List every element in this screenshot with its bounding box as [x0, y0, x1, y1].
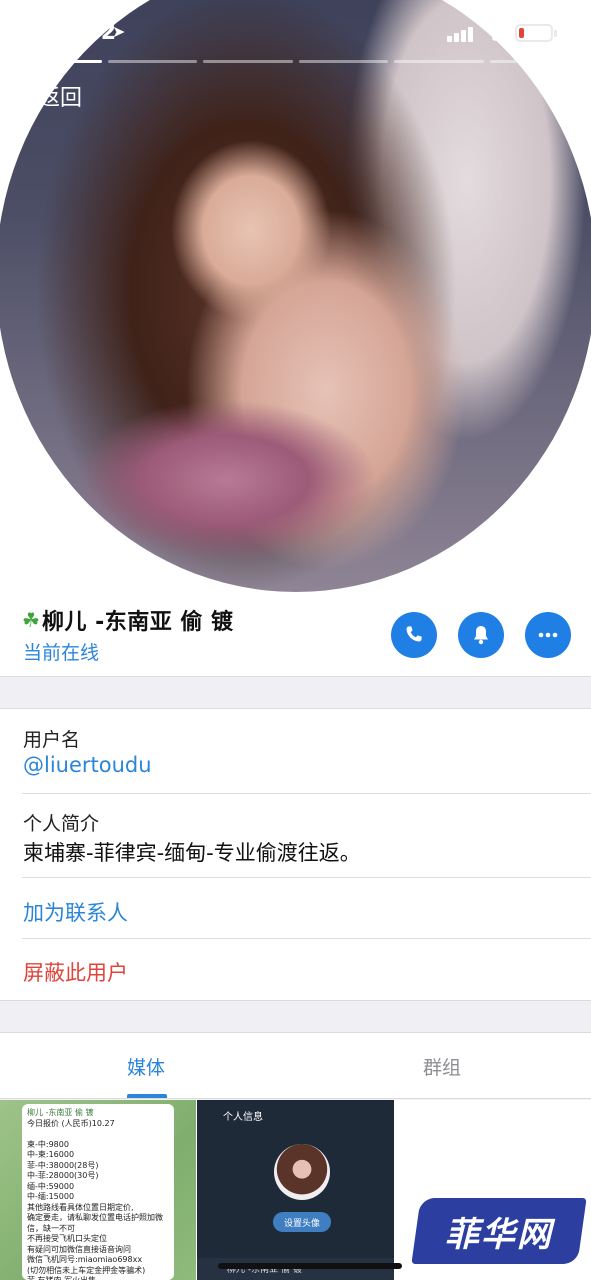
section-gap — [0, 676, 591, 709]
profile-name: 柳儿 -东南亚 偷 镀 — [41, 610, 234, 635]
photo-progress-bar — [394, 60, 484, 63]
back-label: 返回 — [38, 86, 83, 111]
message-line: 今日报价 (人民币)10.27 — [27, 1118, 115, 1128]
media-thumbnail[interactable]: 个人信息 设置头像 柳儿 -东南亚 偷 镀 — [197, 1100, 394, 1280]
message-lines: 今日报价 (人民币)10.27 柬-中:9800 中-柬:16000 菲-中:380… — [27, 1119, 169, 1280]
profile-header: ☘ 柳儿 -东南亚 偷 镀 当前在线 — [0, 592, 591, 676]
thumbnail-footer: 柳儿 -东南亚 偷 镀 — [197, 1258, 394, 1280]
profile-name-row: ☘ 柳儿 -东南亚 偷 镀 — [22, 604, 234, 636]
cellular-signal-icon — [447, 26, 473, 42]
message-line: 中-缅:15000 — [27, 1192, 75, 1201]
tab-groups[interactable]: 群组 — [423, 1053, 461, 1080]
message-line: 缅-中:59000 — [27, 1181, 75, 1191]
home-indicator — [218, 1263, 402, 1269]
media-thumbnail[interactable]: 柳儿 -东南亚 偷 镀 今日报价 (人民币)10.27 柬-中:9800 中-柬:… — [0, 1100, 196, 1280]
add-contact-button[interactable]: 加为联系人 — [23, 897, 128, 927]
active-tab-indicator — [127, 1094, 167, 1098]
username-label: 用户名 — [23, 729, 81, 751]
profile-photo[interactable] — [0, 0, 591, 592]
watermark-text: 菲华网 — [445, 1214, 553, 1255]
bio-value: 柬埔寨-菲律宾-缅甸-专业偷渡往返。 — [23, 841, 361, 865]
profile-photo-area: 12:42 ➤ 返回 — [0, 0, 591, 592]
message-line — [27, 1129, 169, 1140]
more-button[interactable] — [525, 612, 571, 658]
message-line: 不再接受飞机口头定位 — [27, 1234, 107, 1243]
wifi-icon — [481, 20, 509, 42]
photo-progress-bars — [12, 60, 579, 63]
mute-button[interactable] — [458, 612, 504, 658]
photo-progress-bar — [12, 60, 102, 63]
profile-info-list: 用户名 @liuertoudu 个人简介 柬埔寨-菲律宾-缅甸-专业偷渡往返。 … — [0, 709, 591, 1000]
more-icon — [538, 632, 558, 638]
divider — [22, 877, 591, 878]
clover-icon: ☘ — [22, 608, 40, 632]
photo-progress-bar — [107, 60, 197, 63]
photo-progress-bar — [298, 60, 388, 63]
message-line: 微信飞机同号:miaomiao698xx — [27, 1255, 143, 1264]
message-line: 其他路线看具体位置日期定价, — [27, 1202, 134, 1212]
message-line: 确定要走，请私聊发位置电话护照加微 — [27, 1213, 163, 1222]
status-bar: 12:42 ➤ — [0, 0, 591, 62]
bio-label: 个人简介 — [23, 813, 100, 835]
battery-icon — [515, 24, 557, 42]
divider — [22, 793, 591, 794]
avatar — [274, 1144, 330, 1200]
online-status: 当前在线 — [23, 642, 100, 664]
message-line: 柬-中:9800 — [27, 1139, 69, 1149]
tab-media[interactable]: 媒体 — [127, 1053, 165, 1080]
set-avatar-button: 设置头像 — [273, 1212, 331, 1232]
block-user-button[interactable]: 屏蔽此用户 — [23, 957, 128, 987]
shared-tabs: 媒体 群组 — [0, 1033, 591, 1099]
photo-progress-bar — [489, 60, 579, 63]
thumbnail-title: 个人信息 — [223, 1112, 263, 1123]
username-value[interactable]: @liuertoudu — [23, 753, 152, 777]
message-line: 菲-中:38000(28号) — [27, 1160, 99, 1170]
battery-level — [519, 28, 524, 38]
message-line: 菲 有猪肉 军火出售 — [27, 1276, 169, 1280]
bell-icon — [474, 626, 488, 645]
message-line: 中-柬:16000 — [27, 1150, 75, 1159]
message-line: 有疑问可加微信直接语音询问 — [27, 1244, 131, 1254]
back-button[interactable]: 返回 — [10, 80, 82, 112]
call-button[interactable] — [391, 612, 437, 658]
price-list-message: 柳儿 -东南亚 偷 镀 今日报价 (人民币)10.27 柬-中:9800 中-柬:… — [22, 1104, 174, 1280]
photo-progress-bar — [203, 60, 293, 63]
phone-icon — [406, 626, 422, 642]
message-line: 信，缺一不可 — [27, 1223, 75, 1233]
message-header: 柳儿 -东南亚 偷 镀 — [27, 1108, 94, 1117]
chevron-left-icon — [13, 86, 33, 106]
divider — [22, 938, 591, 939]
message-line: (切勿相信未上车定金押金等骗术) — [27, 1265, 146, 1275]
section-gap — [0, 1000, 591, 1033]
location-arrow-icon: ➤ — [112, 22, 126, 41]
status-time: 12:42 — [46, 20, 117, 45]
message-line: 中-菲:28000(30号) — [27, 1171, 99, 1180]
watermark-logo: 菲华网 — [411, 1198, 587, 1264]
